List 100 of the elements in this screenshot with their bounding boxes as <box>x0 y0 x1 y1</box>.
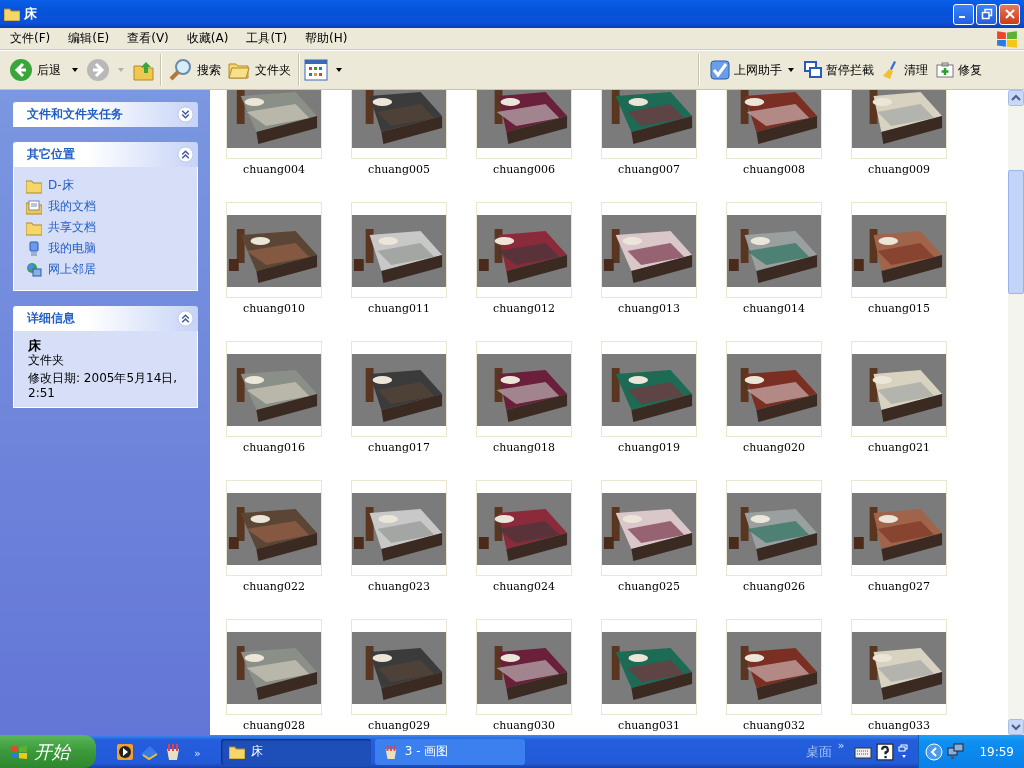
toolbar-button[interactable]: 清理 <box>880 58 930 82</box>
file-name[interactable]: chuang017 <box>368 441 430 454</box>
file-name[interactable]: chuang022 <box>243 580 305 593</box>
back-button[interactable]: 后退 <box>6 56 64 84</box>
toolbar-button[interactable]: 上网助手 <box>708 58 784 82</box>
thumbnail-frame[interactable] <box>476 202 572 298</box>
file-name[interactable]: chuang030 <box>493 719 555 732</box>
file-name[interactable]: chuang009 <box>868 163 930 176</box>
file-name[interactable]: chuang004 <box>243 163 305 176</box>
caret-icon[interactable] <box>336 68 342 72</box>
thumbnail-frame[interactable] <box>726 480 822 576</box>
close-button[interactable] <box>999 3 1020 25</box>
restore-button[interactable] <box>976 3 997 25</box>
sidebar-link[interactable]: 我的电脑 <box>48 240 96 257</box>
thumbnail-frame[interactable] <box>226 202 322 298</box>
file-name[interactable]: chuang010 <box>243 302 305 315</box>
sidebar-link[interactable]: 我的文档 <box>48 198 96 215</box>
file-name[interactable]: chuang012 <box>493 302 555 315</box>
file-name[interactable]: chuang007 <box>618 163 680 176</box>
panel-header[interactable]: 其它位置 <box>13 142 198 167</box>
thumbnail-frame[interactable] <box>226 90 322 159</box>
toolbar-button[interactable]: 修复 <box>934 59 984 81</box>
file-name[interactable]: chuang015 <box>868 302 930 315</box>
file-name[interactable]: chuang031 <box>618 719 680 732</box>
thumbnail-frame[interactable] <box>476 90 572 159</box>
sidebar-link[interactable]: 共享文档 <box>48 219 96 236</box>
file-name[interactable]: chuang027 <box>868 580 930 593</box>
file-name[interactable]: chuang014 <box>743 302 805 315</box>
panel-header[interactable]: 文件和文件夹任务 <box>13 102 198 127</box>
network-icon[interactable] <box>947 742 966 761</box>
thumbnail-frame[interactable] <box>726 90 822 159</box>
thumbnail-frame[interactable] <box>476 341 572 437</box>
panel-title[interactable]: 文件和文件夹任务 <box>27 106 123 123</box>
thumbnail-frame[interactable] <box>601 619 697 715</box>
help-icon[interactable] <box>876 742 895 761</box>
folders-button[interactable]: 文件夹 <box>224 56 294 84</box>
file-name[interactable]: chuang033 <box>868 719 930 732</box>
window-restore-icon[interactable] <box>898 743 911 760</box>
thumbnail-frame[interactable] <box>601 341 697 437</box>
thumbnail-frame[interactable] <box>851 341 947 437</box>
caret-icon[interactable] <box>72 68 78 72</box>
expand-icon[interactable] <box>177 106 194 123</box>
tray-collapse-icon[interactable] <box>925 742 944 761</box>
toolbar-button[interactable]: 暂停拦截 <box>802 59 876 81</box>
file-name[interactable]: chuang020 <box>743 441 805 454</box>
file-name[interactable]: chuang006 <box>493 163 555 176</box>
panel-title[interactable]: 其它位置 <box>27 146 75 163</box>
thumbnail-frame[interactable] <box>226 619 322 715</box>
file-name[interactable]: chuang013 <box>618 302 680 315</box>
file-name[interactable]: chuang018 <box>493 441 555 454</box>
thumbnail-frame[interactable] <box>851 619 947 715</box>
file-name[interactable]: chuang024 <box>493 580 555 593</box>
sidebar-link[interactable]: 网上邻居 <box>48 261 96 278</box>
thumbnail-frame[interactable] <box>601 90 697 159</box>
menu-item[interactable]: 编辑(E) <box>62 30 116 47</box>
file-name[interactable]: chuang021 <box>868 441 930 454</box>
file-name[interactable]: chuang025 <box>618 580 680 593</box>
thumbnail-frame[interactable] <box>351 202 447 298</box>
taskbar-button[interactable]: 3 - 画图 <box>374 738 525 765</box>
file-name[interactable]: chuang032 <box>743 719 805 732</box>
scrollbar[interactable] <box>1008 90 1024 735</box>
thumbnail-frame[interactable] <box>351 480 447 576</box>
file-name[interactable]: chuang023 <box>368 580 430 593</box>
taskbar-button[interactable]: 床 <box>220 738 371 765</box>
menu-item[interactable]: 收藏(A) <box>180 30 235 47</box>
thumbnail-frame[interactable] <box>476 619 572 715</box>
thumbnail-frame[interactable] <box>226 341 322 437</box>
sidebar-link[interactable]: D-床 <box>48 177 74 194</box>
thumbnail-frame[interactable] <box>726 619 822 715</box>
menu-item[interactable]: 工具(T) <box>240 30 294 47</box>
thumbnail-frame[interactable] <box>851 202 947 298</box>
collapse-icon[interactable] <box>177 146 194 163</box>
file-name[interactable]: chuang028 <box>243 719 305 732</box>
thumbnail-frame[interactable] <box>351 619 447 715</box>
thumbnail-frame[interactable] <box>351 341 447 437</box>
thumbnail-frame[interactable] <box>351 90 447 159</box>
panel-title[interactable]: 详细信息 <box>27 310 75 327</box>
scroll-up-icon[interactable] <box>1008 90 1024 106</box>
thumbnail-frame[interactable] <box>726 341 822 437</box>
scroll-down-icon[interactable] <box>1008 719 1024 735</box>
more-chevron[interactable]: » <box>831 739 851 752</box>
scroll-thumb[interactable] <box>1008 170 1024 294</box>
thumbnail-frame[interactable] <box>851 480 947 576</box>
minimize-button[interactable] <box>953 3 974 25</box>
file-name[interactable]: chuang029 <box>368 719 430 732</box>
file-name[interactable]: chuang005 <box>368 163 430 176</box>
search-button[interactable]: 搜索 <box>166 56 224 84</box>
thumbnail-frame[interactable] <box>601 202 697 298</box>
file-name[interactable]: chuang008 <box>743 163 805 176</box>
views-icon[interactable] <box>304 59 328 81</box>
panel-header[interactable]: 详细信息 <box>13 306 198 331</box>
thumbnail-frame[interactable] <box>726 202 822 298</box>
file-name[interactable]: chuang016 <box>243 441 305 454</box>
collapse-icon[interactable] <box>177 310 194 327</box>
file-name[interactable]: chuang011 <box>368 302 430 315</box>
thumbnail-frame[interactable] <box>601 480 697 576</box>
menu-item[interactable]: 帮助(H) <box>299 30 354 47</box>
caret-icon[interactable] <box>788 68 794 72</box>
file-name[interactable]: chuang026 <box>743 580 805 593</box>
paint-icon[interactable] <box>164 742 182 761</box>
